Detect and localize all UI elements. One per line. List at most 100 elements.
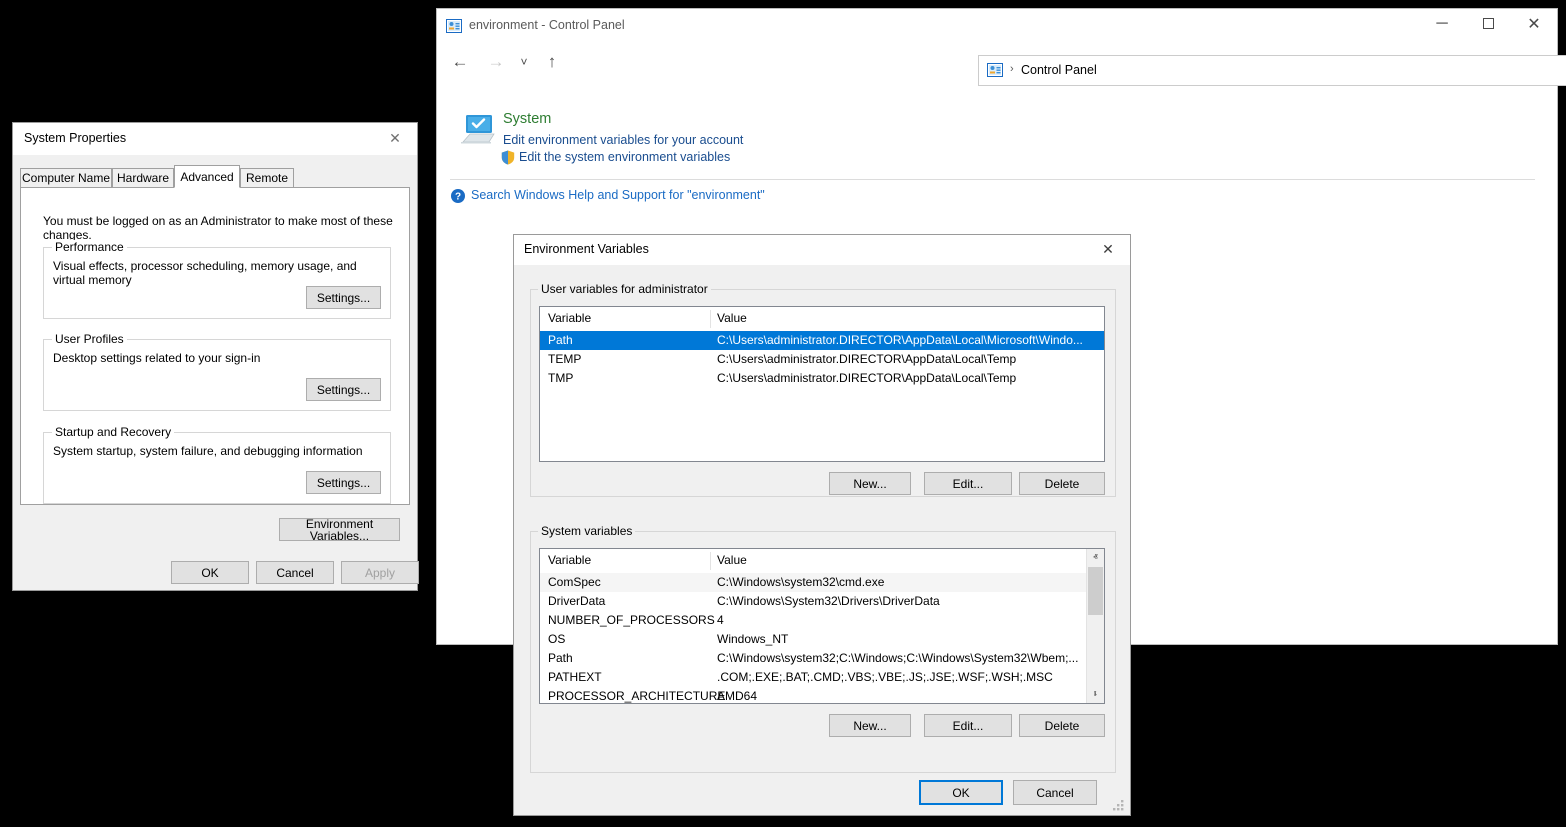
close-icon[interactable]: ✕ <box>1086 235 1130 264</box>
startup-recovery-group: Startup and Recovery System startup, sys… <box>43 432 391 504</box>
svg-text:?: ? <box>455 192 461 203</box>
results-divider <box>450 179 1535 180</box>
tab-hardware[interactable]: Hardware <box>112 168 174 187</box>
table-row[interactable]: NUMBER_OF_PROCESSORS 4 <box>540 611 1087 630</box>
cell-value: C:\Windows\system32\cmd.exe <box>717 575 884 589</box>
address-control-panel-icon <box>987 63 1003 77</box>
cell-value: .COM;.EXE;.BAT;.CMD;.VBS;.VBE;.JS;.JSE;.… <box>717 670 1053 684</box>
system-delete-button[interactable]: Delete <box>1019 714 1105 737</box>
result-heading-system: System <box>503 111 551 127</box>
table-row[interactable]: Path C:\Windows\system32;C:\Windows;C:\W… <box>540 649 1087 668</box>
cell-variable: DriverData <box>548 594 605 608</box>
header-separator[interactable] <box>710 310 711 328</box>
table-row[interactable]: Path C:\Users\administrator.DIRECTOR\App… <box>540 331 1104 350</box>
system-variables-group: System variables Variable Value ComSpec … <box>530 531 1116 773</box>
startup-recovery-legend: Startup and Recovery <box>52 425 174 439</box>
system-variables-list[interactable]: Variable Value ComSpec C:\Windows\system… <box>539 548 1105 704</box>
control-panel-icon <box>446 19 462 33</box>
performance-description: Visual effects, processor scheduling, me… <box>53 259 390 287</box>
ok-button[interactable]: OK <box>919 780 1003 805</box>
recent-locations-icon[interactable]: ˅ <box>513 46 535 77</box>
user-profiles-legend: User Profiles <box>52 332 127 346</box>
column-header-variable[interactable]: Variable <box>548 553 591 567</box>
cell-value: C:\Users\administrator.DIRECTOR\AppData\… <box>717 333 1083 347</box>
cell-variable: NUMBER_OF_PROCESSORS <box>548 613 715 627</box>
link-edit-system-environment-variables[interactable]: Edit the system environment variables <box>519 150 730 164</box>
system-edit-button[interactable]: Edit... <box>924 714 1012 737</box>
table-row[interactable]: TEMP C:\Users\administrator.DIRECTOR\App… <box>540 350 1104 369</box>
cell-value: C:\Users\administrator.DIRECTOR\AppData\… <box>717 371 1016 385</box>
user-profiles-settings-button[interactable]: Settings... <box>306 378 381 401</box>
table-row[interactable]: DriverData C:\Windows\System32\Drivers\D… <box>540 592 1087 611</box>
cell-variable: Path <box>548 651 573 665</box>
minimize-icon[interactable]: ─ <box>1419 9 1465 38</box>
startup-recovery-description: System startup, system failure, and debu… <box>53 444 363 458</box>
user-variables-list[interactable]: Variable Value Path C:\Users\administrat… <box>539 306 1105 462</box>
ok-button[interactable]: OK <box>171 561 249 584</box>
user-profiles-description: Desktop settings related to your sign-in <box>53 351 260 365</box>
cell-value: AMD64 <box>717 689 757 703</box>
scrollbar-thumb[interactable] <box>1088 567 1103 615</box>
user-new-button[interactable]: New... <box>829 472 911 495</box>
breadcrumb[interactable]: Control Panel <box>1021 63 1097 77</box>
system-variables-rows: ComSpec C:\Windows\system32\cmd.exe Driv… <box>540 573 1087 703</box>
tab-remote[interactable]: Remote <box>240 168 294 187</box>
close-icon[interactable]: ✕ <box>373 123 417 153</box>
environment-variables-button[interactable]: Environment Variables... <box>279 518 400 541</box>
cell-value: C:\Windows\System32\Drivers\DriverData <box>717 594 940 608</box>
table-row[interactable]: OS Windows_NT <box>540 630 1087 649</box>
system-properties-dialog: System Properties ✕ Computer Name Hardwa… <box>12 122 418 591</box>
environment-variables-titlebar[interactable]: Environment Variables ✕ <box>514 235 1130 265</box>
user-variables-rows: Path C:\Users\administrator.DIRECTOR\App… <box>540 331 1104 461</box>
column-header-value[interactable]: Value <box>717 553 747 567</box>
control-panel-titlebar[interactable]: environment - Control Panel ─ ✕ <box>437 9 1557 39</box>
table-row[interactable]: TMP C:\Users\administrator.DIRECTOR\AppD… <box>540 369 1104 388</box>
performance-settings-button[interactable]: Settings... <box>306 286 381 309</box>
system-properties-titlebar[interactable]: System Properties ✕ <box>13 123 417 155</box>
column-header-variable[interactable]: Variable <box>548 311 591 325</box>
user-delete-button[interactable]: Delete <box>1019 472 1105 495</box>
cancel-button[interactable]: Cancel <box>256 561 334 584</box>
cell-variable: TEMP <box>548 352 581 366</box>
header-separator[interactable] <box>710 552 711 570</box>
forward-icon: → <box>479 46 513 77</box>
scroll-up-icon[interactable]: ⱏ <box>1087 549 1104 566</box>
cell-value: C:\Users\administrator.DIRECTOR\AppData\… <box>717 352 1016 366</box>
cancel-button[interactable]: Cancel <box>1013 780 1097 805</box>
system-icon <box>458 113 496 145</box>
help-icon: ? <box>451 189 465 203</box>
user-edit-button[interactable]: Edit... <box>924 472 1012 495</box>
admin-notice: You must be logged on as an Administrato… <box>43 214 409 242</box>
table-row[interactable]: PROCESSOR_ARCHITECTURE AMD64 <box>540 687 1087 704</box>
cell-variable: OS <box>548 632 565 646</box>
column-header-value[interactable]: Value <box>717 311 747 325</box>
tab-advanced[interactable]: Advanced <box>174 165 240 188</box>
address-bar[interactable]: › Control Panel ˅ <box>978 55 1566 86</box>
cell-value: C:\Windows\system32;C:\Windows;C:\Window… <box>717 651 1078 665</box>
system-variables-header: Variable Value <box>540 549 1104 574</box>
user-profiles-group: User Profiles Desktop settings related t… <box>43 339 391 411</box>
apply-button: Apply <box>341 561 419 584</box>
system-variables-scrollbar[interactable]: ⱏ ⱛ <box>1086 549 1104 703</box>
maximize-icon[interactable] <box>1465 9 1511 38</box>
cell-variable: PROCESSOR_ARCHITECTURE <box>548 689 725 703</box>
shield-icon <box>501 150 515 165</box>
startup-recovery-settings-button[interactable]: Settings... <box>306 471 381 494</box>
table-row[interactable]: PATHEXT .COM;.EXE;.BAT;.CMD;.VBS;.VBE;.J… <box>540 668 1087 687</box>
close-icon[interactable]: ✕ <box>1511 9 1557 38</box>
environment-variables-dialog: Environment Variables ✕ User variables f… <box>513 234 1131 816</box>
table-row[interactable]: ComSpec C:\Windows\system32\cmd.exe <box>540 573 1087 592</box>
performance-group: Performance Visual effects, processor sc… <box>43 247 391 319</box>
resize-grip-icon[interactable] <box>1113 799 1125 811</box>
up-icon[interactable]: ↑ <box>537 46 567 77</box>
cell-value: Windows_NT <box>717 632 788 646</box>
back-icon[interactable]: ← <box>443 46 477 77</box>
system-new-button[interactable]: New... <box>829 714 911 737</box>
link-edit-user-environment-variables[interactable]: Edit environment variables for your acco… <box>503 133 743 147</box>
cell-variable: ComSpec <box>548 575 601 589</box>
advanced-tab-panel: You must be logged on as an Administrato… <box>20 187 410 505</box>
system-properties-title: System Properties <box>24 131 126 145</box>
scroll-down-icon[interactable]: ⱛ <box>1087 686 1104 703</box>
link-search-windows-help[interactable]: Search Windows Help and Support for "env… <box>471 188 765 202</box>
tab-computer-name[interactable]: Computer Name <box>20 168 112 187</box>
